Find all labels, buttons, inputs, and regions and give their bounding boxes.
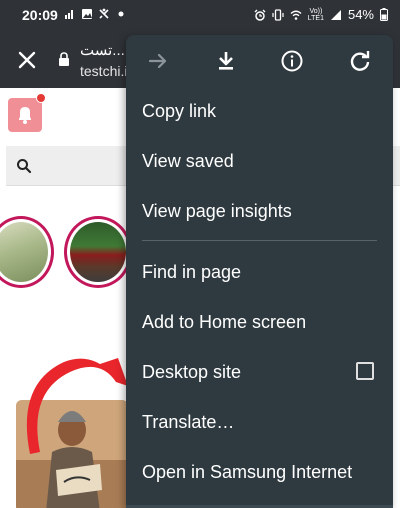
- status-left-icons: [64, 8, 127, 20]
- menu-item-copy-link[interactable]: Copy link: [126, 86, 393, 136]
- story-image: [70, 222, 126, 282]
- volte-top: Vo)): [309, 7, 323, 15]
- image-icon: [82, 9, 92, 19]
- menu-icon-row: [126, 35, 393, 87]
- search-icon: [17, 159, 32, 174]
- wifi-icon: [290, 10, 302, 20]
- overflow-menu: Copy link View saved View page insights …: [126, 35, 393, 508]
- close-icon[interactable]: [14, 47, 40, 73]
- desktop-site-checkbox[interactable]: [356, 362, 374, 380]
- menu-item-find-in-page[interactable]: Find in page: [126, 247, 393, 297]
- notifications-button[interactable]: [8, 98, 42, 132]
- page-title: تست...: [80, 42, 125, 59]
- story-image: [0, 222, 48, 282]
- bell-icon: [19, 107, 31, 124]
- url-host: testchi.i: [80, 63, 128, 79]
- info-icon[interactable]: [280, 49, 304, 73]
- menu-item-open-in-samsung-internet[interactable]: Open in Samsung Internet: [126, 447, 393, 497]
- status-right-icons: Vo)) LTE1 54%: [254, 7, 388, 22]
- battery-percent: 54%: [347, 7, 374, 22]
- menu-divider: [142, 240, 377, 241]
- signal-icon: [65, 10, 73, 19]
- volte-badge: Vo)) LTE1: [308, 8, 324, 22]
- battery-icon: [380, 8, 388, 21]
- notification-icon: [99, 8, 109, 19]
- story-thumbnail[interactable]: [64, 216, 132, 288]
- menu-item-translate[interactable]: Translate…: [126, 397, 393, 447]
- desktop-site-label: Desktop site: [142, 362, 242, 382]
- volte-bottom: LTE1: [307, 14, 324, 22]
- vibrate-icon: [272, 8, 284, 21]
- menu-item-view-page-insights[interactable]: View page insights: [126, 186, 393, 236]
- story-thumbnail[interactable]: [0, 216, 54, 288]
- menu-item-desktop-site[interactable]: Desktop site: [126, 347, 393, 397]
- cell-signal-icon: [330, 9, 341, 20]
- download-icon[interactable]: [214, 49, 238, 73]
- alarm-icon: [254, 9, 266, 21]
- menu-item-view-saved[interactable]: View saved: [126, 136, 393, 186]
- lock-icon: [59, 52, 69, 66]
- dot-icon: [118, 11, 124, 17]
- status-time: 20:09: [22, 7, 58, 23]
- screen: 20:09 Vo)) LTE1 54% تست... testchi.i Cop…: [0, 0, 400, 508]
- reload-icon[interactable]: [348, 49, 372, 73]
- status-bar: 20:09 Vo)) LTE1 54%: [0, 0, 400, 32]
- notification-dot: [36, 93, 46, 103]
- menu-item-add-to-home-screen[interactable]: Add to Home screen: [126, 297, 393, 347]
- forward-icon[interactable]: [146, 49, 170, 73]
